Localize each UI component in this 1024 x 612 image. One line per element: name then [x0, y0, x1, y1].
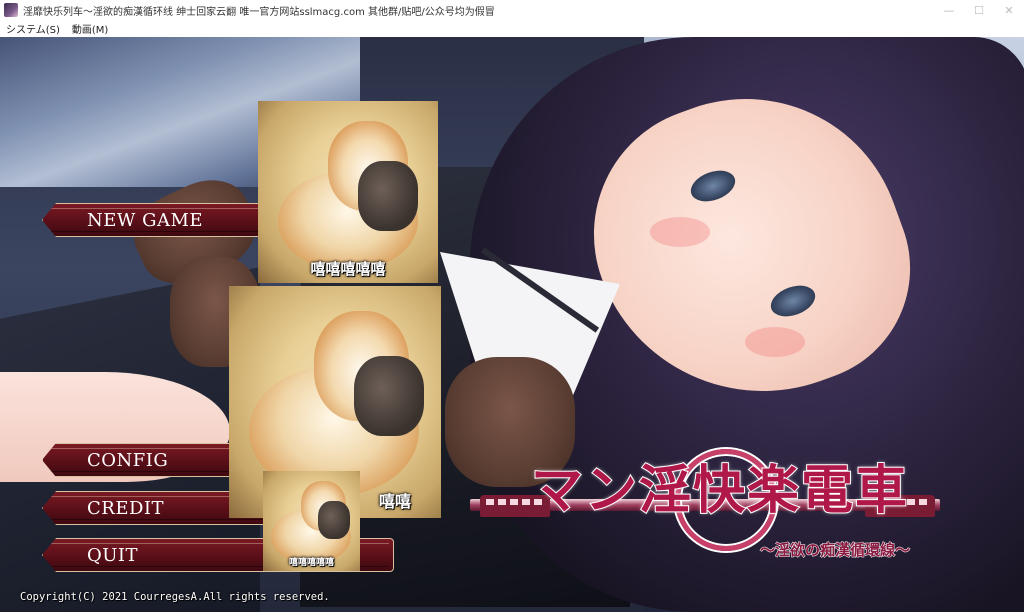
credit-label: CREDIT [87, 497, 165, 519]
game-title-screen: NEW GAME CONFIG CREDIT QUIT ケ 嘻嘻嘻嘻嘻 嘻嘻 嘻… [0, 37, 1024, 612]
copyright-text: Copyright(C) 2021 CourregesA.All rights … [20, 591, 330, 603]
menu-system[interactable]: システム(S) [0, 21, 66, 36]
logo-title: マン淫快楽電車 [530, 460, 909, 521]
meme-overlay-image: 嘻嘻嘻嘻嘻 [258, 101, 438, 283]
character-blush [650, 217, 710, 247]
menubar: システム(S) 動画(M) [0, 20, 1024, 38]
quit-label: QUIT [87, 544, 139, 566]
minimize-button[interactable]: — [934, 0, 964, 20]
window-titlebar[interactable]: 淫靡快乐列车～淫欲的痴漢循环线 绅士回家云翻 唯一官方网站sslmacg.com… [0, 0, 1024, 20]
close-button[interactable]: ✕ [994, 0, 1024, 20]
new-game-label: NEW GAME [87, 209, 204, 231]
meme-cat [354, 356, 424, 436]
config-label: CONFIG [87, 449, 169, 471]
window-title: 淫靡快乐列车～淫欲的痴漢循环线 绅士回家云翻 唯一官方网站sslmacg.com… [23, 6, 495, 18]
maximize-button[interactable]: ☐ [964, 0, 994, 20]
meme-cat [318, 501, 350, 539]
meme-caption: 嘻嘻嘻嘻嘻 [288, 558, 334, 568]
window-controls: — ☐ ✕ [934, 0, 1024, 20]
character-blush [745, 327, 805, 357]
meme-cat [358, 161, 418, 231]
app-icon [4, 3, 18, 17]
logo-subtitle: 〜淫欲の痴漢循環線〜 [759, 541, 911, 560]
game-logo: マン淫快楽電車 〜淫欲の痴漢循環線〜 [470, 447, 940, 567]
menu-movie[interactable]: 動画(M) [66, 21, 114, 36]
meme-caption: 嘻嘻嘻嘻嘻 [310, 260, 386, 278]
meme-overlay-image: 嘻嘻嘻嘻嘻 [263, 471, 360, 571]
